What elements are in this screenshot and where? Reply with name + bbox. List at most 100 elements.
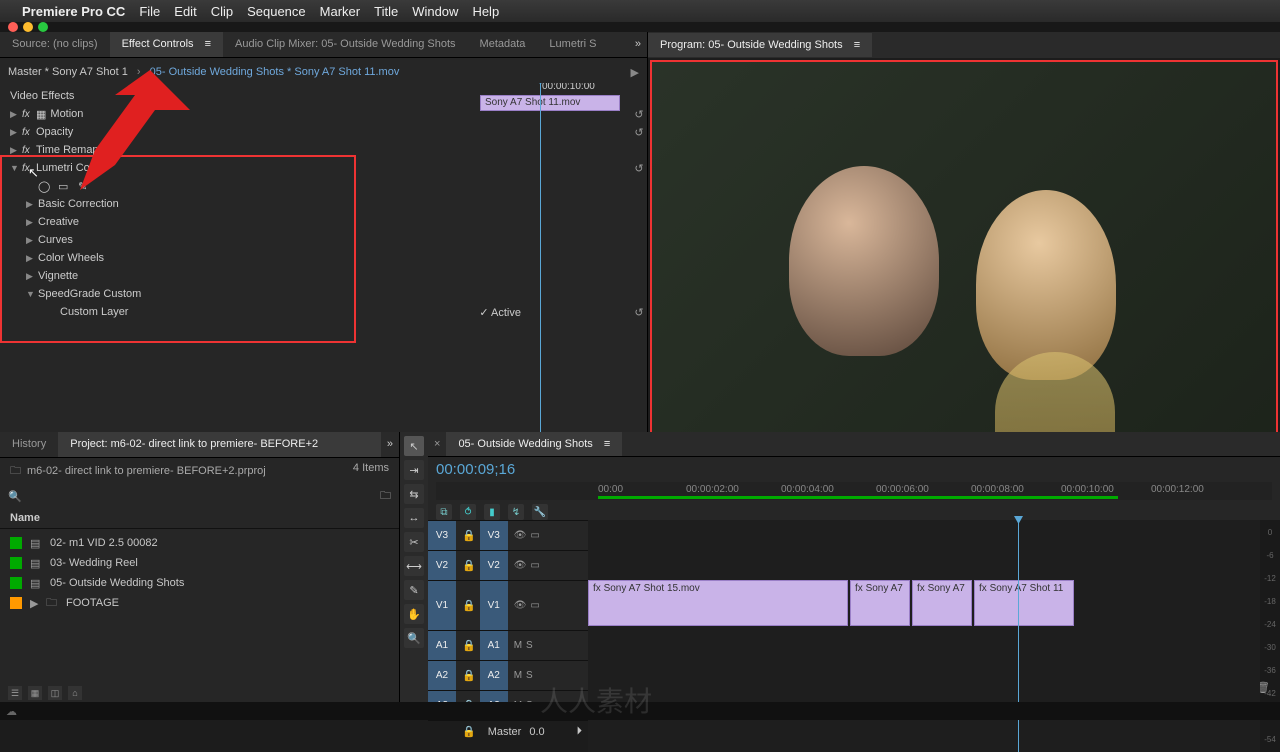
mute-icon[interactable]: M [514,640,522,651]
list-view-icon[interactable]: ☰ [8,686,22,700]
effect-controls-timeline[interactable]: 00:00:10:00 Sony A7 Shot 11.mov [480,83,647,203]
close-icon[interactable]: × [428,432,446,456]
app-name[interactable]: Premiere Pro CC [22,4,125,19]
filter-bin-icon[interactable]: 🗀 [380,487,391,506]
reset-icon[interactable]: ↺ [631,306,647,319]
menu-window[interactable]: Window [412,4,458,19]
tab-sequence[interactable]: 05- Outside Wedding Shots ≡ [446,432,622,456]
sync-lock-icon[interactable]: ▭ [530,530,539,541]
list-item[interactable]: ▤05- Outside Wedding Shots [0,573,399,593]
sync-lock-icon[interactable]: ▭ [530,600,539,611]
panel-menu-icon[interactable]: ≡ [205,38,211,50]
crumb-sequence[interactable]: 05- Outside Wedding Shots * Sony A7 Shot… [150,66,400,78]
tab-audio-mixer[interactable]: Audio Clip Mixer: 05- Outside Wedding Sh… [223,32,468,57]
menu-marker[interactable]: Marker [320,4,360,19]
ruler-tick: 00:00:04:00 [781,484,834,495]
close-window-icon[interactable] [8,22,18,32]
clip[interactable]: fx Sony A7 [850,580,910,626]
sort-icon[interactable]: ⌂ [68,686,82,700]
razor-tool-icon[interactable]: ✂ [404,532,424,552]
clip[interactable]: fx Sony A7 Shot 11 [974,580,1074,626]
mute-icon[interactable]: M [514,670,522,681]
list-item[interactable]: ▤03- Wedding Reel [0,553,399,573]
timeline-timecode[interactable]: 00:00:09;16 [436,461,515,478]
meter-tick: -18 [1264,597,1276,606]
track-v2-target[interactable]: V2 [480,551,508,580]
chevron-right-icon[interactable]: ⏵ [577,725,589,738]
icon-view-icon[interactable]: ▦ [28,686,42,700]
tab-lumetri-scopes[interactable]: Lumetri S [537,32,608,57]
linked-selection-icon[interactable]: ⥀ [460,504,476,520]
master-track[interactable]: Master [480,726,530,738]
track-v3[interactable]: V3 [428,521,456,550]
overflow-icon[interactable]: » [381,432,399,457]
menu-clip[interactable]: Clip [211,4,233,19]
track-a1-target[interactable]: A1 [480,631,508,660]
menu-title[interactable]: Title [374,4,398,19]
pen-tool-icon[interactable]: ✎ [404,580,424,600]
cc-cloud-icon[interactable]: ☁ [6,705,17,718]
minimize-window-icon[interactable] [23,22,33,32]
tab-project[interactable]: Project: m6-02- direct link to premiere-… [58,432,381,457]
track-select-tool-icon[interactable]: ⇥ [404,460,424,480]
track-a2-target[interactable]: A2 [480,661,508,690]
settings-icon[interactable]: ↯ [508,504,524,520]
sync-lock-icon[interactable]: ▭ [530,560,539,571]
tab-program[interactable]: Program: 05- Outside Wedding Shots ≡ [648,33,872,57]
column-name[interactable]: Name [0,508,399,529]
track-a2[interactable]: A2 [428,661,456,690]
overflow-icon[interactable]: » [629,32,647,57]
lock-icon[interactable]: 🔒 [458,725,480,738]
solo-icon[interactable]: S [526,640,533,651]
master-db[interactable]: 0.0 [529,726,544,738]
track-v3-target[interactable]: V3 [480,521,508,550]
track-v1[interactable]: V1 [428,581,456,630]
list-item[interactable]: ▤02- m1 VID 2.5 00082 [0,533,399,553]
slip-tool-icon[interactable]: ⟷ [404,556,424,576]
expand-icon[interactable]: ▶ [10,109,22,120]
wrench-icon[interactable]: 🔧 [532,504,548,520]
lock-icon[interactable]: 🔒 [458,559,480,572]
eye-icon[interactable]: 👁 [514,600,527,611]
tab-metadata[interactable]: Metadata [468,32,538,57]
lock-icon[interactable]: 🔒 [458,669,480,682]
ripple-tool-icon[interactable]: ⇆ [404,484,424,504]
eye-icon[interactable]: 👁 [514,560,527,571]
lock-icon[interactable]: 🔒 [458,639,480,652]
active-check[interactable]: ✓ Active [479,306,521,319]
maximize-window-icon[interactable] [38,22,48,32]
track-v1-target[interactable]: V1 [480,581,508,630]
panel-menu-icon[interactable]: ≡ [854,39,860,51]
tab-program-label: Program: 05- Outside Wedding Shots [660,39,843,51]
menu-edit[interactable]: Edit [174,4,196,19]
tab-effect-controls[interactable]: Effect Controls ≡ [110,32,223,57]
zoom-tool-icon[interactable]: 🔍 [404,628,424,648]
marker-add-icon[interactable]: ▮ [484,504,500,520]
freeform-view-icon[interactable]: ◫ [48,686,62,700]
snap-icon[interactable]: ⧉ [436,504,452,520]
expand-icon[interactable]: ▶ [10,145,22,156]
list-item[interactable]: ▶🗀FOOTAGE [0,593,399,613]
panel-menu-icon[interactable]: ≡ [604,438,610,450]
tab-source[interactable]: Source: (no clips) [0,32,110,57]
lock-icon[interactable]: 🔒 [458,599,480,612]
menu-file[interactable]: File [139,4,160,19]
timeline-ruler[interactable]: 00:00 00:00:02:00 00:00:04:00 00:00:06:0… [436,482,1272,500]
clip[interactable]: fx Sony A7 [912,580,972,626]
tab-history[interactable]: History [0,432,58,457]
expand-icon[interactable]: ▶ [30,597,40,610]
menu-sequence[interactable]: Sequence [247,4,306,19]
expand-icon[interactable]: ▶ [10,127,22,138]
mini-clip: Sony A7 Shot 11.mov [480,95,620,111]
solo-icon[interactable]: S [526,670,533,681]
hand-tool-icon[interactable]: ✋ [404,604,424,624]
track-a1[interactable]: A1 [428,631,456,660]
menu-help[interactable]: Help [472,4,499,19]
lock-icon[interactable]: 🔒 [458,529,480,542]
clip[interactable]: fx Sony A7 Shot 15.mov [588,580,848,626]
search-icon[interactable]: 🔍 [8,490,22,503]
rate-stretch-tool-icon[interactable]: ↔ [404,508,424,528]
selection-tool-icon[interactable]: ↖ [404,436,424,456]
eye-icon[interactable]: 👁 [514,530,527,541]
track-v2[interactable]: V2 [428,551,456,580]
